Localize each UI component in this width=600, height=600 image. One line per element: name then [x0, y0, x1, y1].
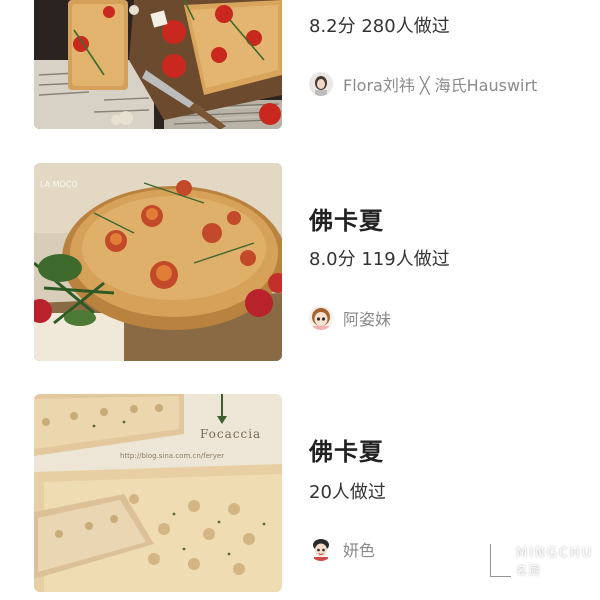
watermark-brand-en: MINGCHU	[516, 546, 594, 561]
watermark-brand-cn: 名厨	[516, 564, 542, 577]
photo-url: http://blog.sina.com.cn/feryer	[120, 452, 224, 460]
cartoon-boy-avatar-icon	[309, 537, 333, 561]
author-name: Flora刘祎 ╳ 海氏Hauswirt	[343, 76, 538, 95]
recipe-author[interactable]: Flora刘祎 ╳ 海氏Hauswirt	[309, 71, 537, 97]
recipe-thumbnail[interactable]: LA MOCO	[34, 163, 282, 361]
author-avatar	[309, 537, 333, 561]
author-avatar	[309, 72, 333, 96]
recipe-author[interactable]: 妍色	[309, 536, 375, 562]
photo-watermark: LA MOCO	[40, 180, 78, 189]
recipe-stats: 8.0分 119人做过	[309, 249, 450, 270]
author-name: 妍色	[343, 541, 376, 560]
watermark-bracket	[490, 544, 511, 577]
author-name: 阿姿妹	[343, 310, 392, 329]
recipe-title[interactable]: 佛卡夏	[309, 432, 384, 467]
recipe-list: 8.2分 280人做过 Flora刘祎 ╳ 海氏Hauswirt LA MOCO…	[0, 0, 600, 600]
recipe-stats: 8.2分 280人做过	[309, 16, 450, 37]
brand-watermark: MINGCHU 名厨	[482, 540, 592, 586]
recipe-author[interactable]: 阿姿妹	[309, 305, 391, 331]
recipe-stats: 20人做过	[309, 482, 386, 503]
author-avatar	[309, 306, 333, 330]
recipe-card[interactable]: LA MOCO 佛卡夏 8.0分 119人做过 阿姿妹	[0, 163, 600, 363]
author-avatar-icon	[309, 72, 333, 96]
recipe-thumbnail[interactable]	[34, 0, 282, 129]
recipe-card[interactable]: 8.2分 280人做过 Flora刘祎 ╳ 海氏Hauswirt	[0, 0, 600, 140]
recipe-thumbnail[interactable]: Focaccia http://blog.sina.com.cn/feryer	[34, 394, 282, 592]
cartoon-girl-avatar-icon	[309, 306, 333, 330]
recipe-title[interactable]: 佛卡夏	[309, 201, 384, 236]
focaccia-tomato-rosemary-photo-icon	[34, 0, 282, 129]
photo-caption: Focaccia	[200, 427, 261, 441]
focaccia-herb-dimpled-bread-photo-icon: Focaccia http://blog.sina.com.cn/feryer	[34, 394, 282, 592]
focaccia-round-cherry-tomato-photo-icon: LA MOCO	[34, 163, 282, 361]
